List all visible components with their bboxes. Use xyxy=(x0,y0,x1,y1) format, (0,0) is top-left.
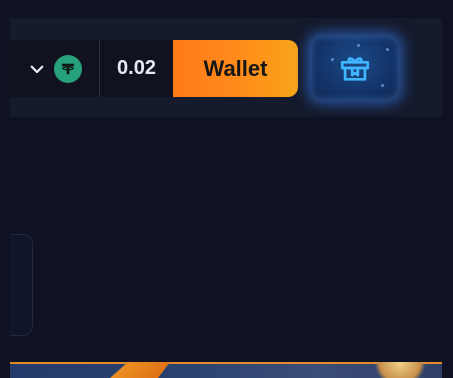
chevron-down-icon xyxy=(30,65,43,73)
sparkle-dot xyxy=(357,44,360,47)
tether-icon xyxy=(53,54,82,83)
gift-button[interactable] xyxy=(311,36,399,100)
wallet-button[interactable]: Wallet xyxy=(173,40,298,97)
currency-selector[interactable] xyxy=(10,40,100,97)
side-card[interactable] xyxy=(10,234,33,336)
sparkle-dot xyxy=(386,48,389,51)
banner-artwork xyxy=(110,362,170,378)
promo-banner[interactable] xyxy=(10,362,442,378)
sparkle-dot xyxy=(381,84,384,87)
gift-icon xyxy=(340,57,370,81)
banner-character xyxy=(370,362,430,378)
balance-value: 0.02 xyxy=(100,40,173,97)
currency-wallet-group: 0.02 Wallet xyxy=(10,40,298,97)
sparkle-dot xyxy=(331,58,334,61)
